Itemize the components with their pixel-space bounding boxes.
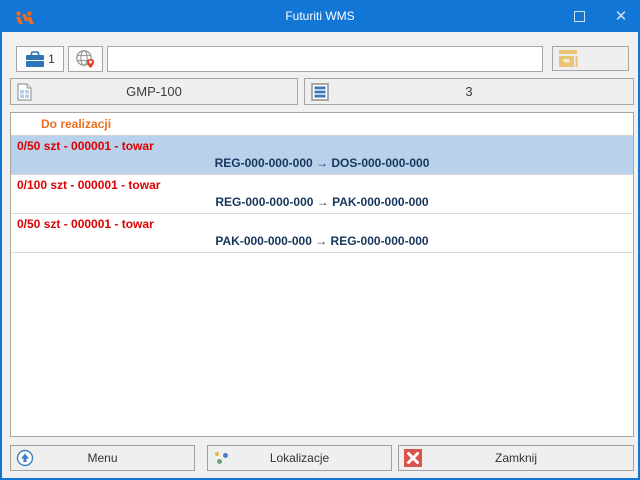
close-window-button-label: Zamknij [399,446,633,470]
globe-location-button[interactable] [68,46,103,72]
toolbox-button[interactable]: 1 [16,46,64,72]
menu-button[interactable]: Menu [10,445,195,471]
locations-dots-icon [215,452,229,465]
task-qty: 0/50 szt - 000001 - towar [11,214,633,231]
task-row[interactable]: 0/100 szt - 000001 - towar REG-000-000-0… [11,175,633,214]
list-icon [311,83,329,101]
task-row[interactable]: 0/50 szt - 000001 - towar REG-000-000-00… [11,136,633,175]
task-route: REG-000-000-000 → PAK-000-000-000 [11,192,633,209]
task-list: Do realizacji 0/50 szt - 000001 - towar … [10,112,634,437]
window-title: Futuriti WMS [0,0,640,32]
archive-box-icon [558,49,582,68]
task-row[interactable]: 0/50 szt - 000001 - towar PAK-000-000-00… [11,214,633,253]
document-code: GMP-100 [11,79,297,104]
task-qty: 0/50 szt - 000001 - towar [11,136,633,153]
task-route: REG-000-000-000 → DOS-000-000-000 [11,153,633,170]
globe-location-icon [75,49,96,69]
document-panel[interactable]: GMP-100 [10,78,298,105]
locations-button-label: Lokalizacje [208,446,391,470]
task-qty: 0/100 szt - 000001 - towar [11,175,633,192]
toolbox-icon [25,51,45,68]
archive-box-button[interactable] [552,46,629,71]
app-window: Futuriti WMS ✕ 1 [0,0,640,480]
document-icon [17,83,32,101]
carrier-count: 1 [48,52,55,66]
maximize-button[interactable] [562,0,596,32]
close-icon: ✕ [615,9,628,24]
close-window-button[interactable]: Zamknij [398,445,634,471]
menu-button-label: Menu [11,446,194,470]
lines-count: 3 [305,79,633,104]
close-button[interactable]: ✕ [604,0,638,32]
maximize-icon [574,11,585,22]
scan-input[interactable] [107,46,543,72]
lines-panel[interactable]: 3 [304,78,634,105]
locations-button[interactable]: Lokalizacje [207,445,392,471]
task-route: PAK-000-000-000 → REG-000-000-000 [11,231,633,248]
list-header: Do realizacji [11,113,633,136]
window-titlebar: Futuriti WMS ✕ [0,0,640,32]
menu-up-icon [16,449,34,467]
close-x-icon [404,449,422,467]
